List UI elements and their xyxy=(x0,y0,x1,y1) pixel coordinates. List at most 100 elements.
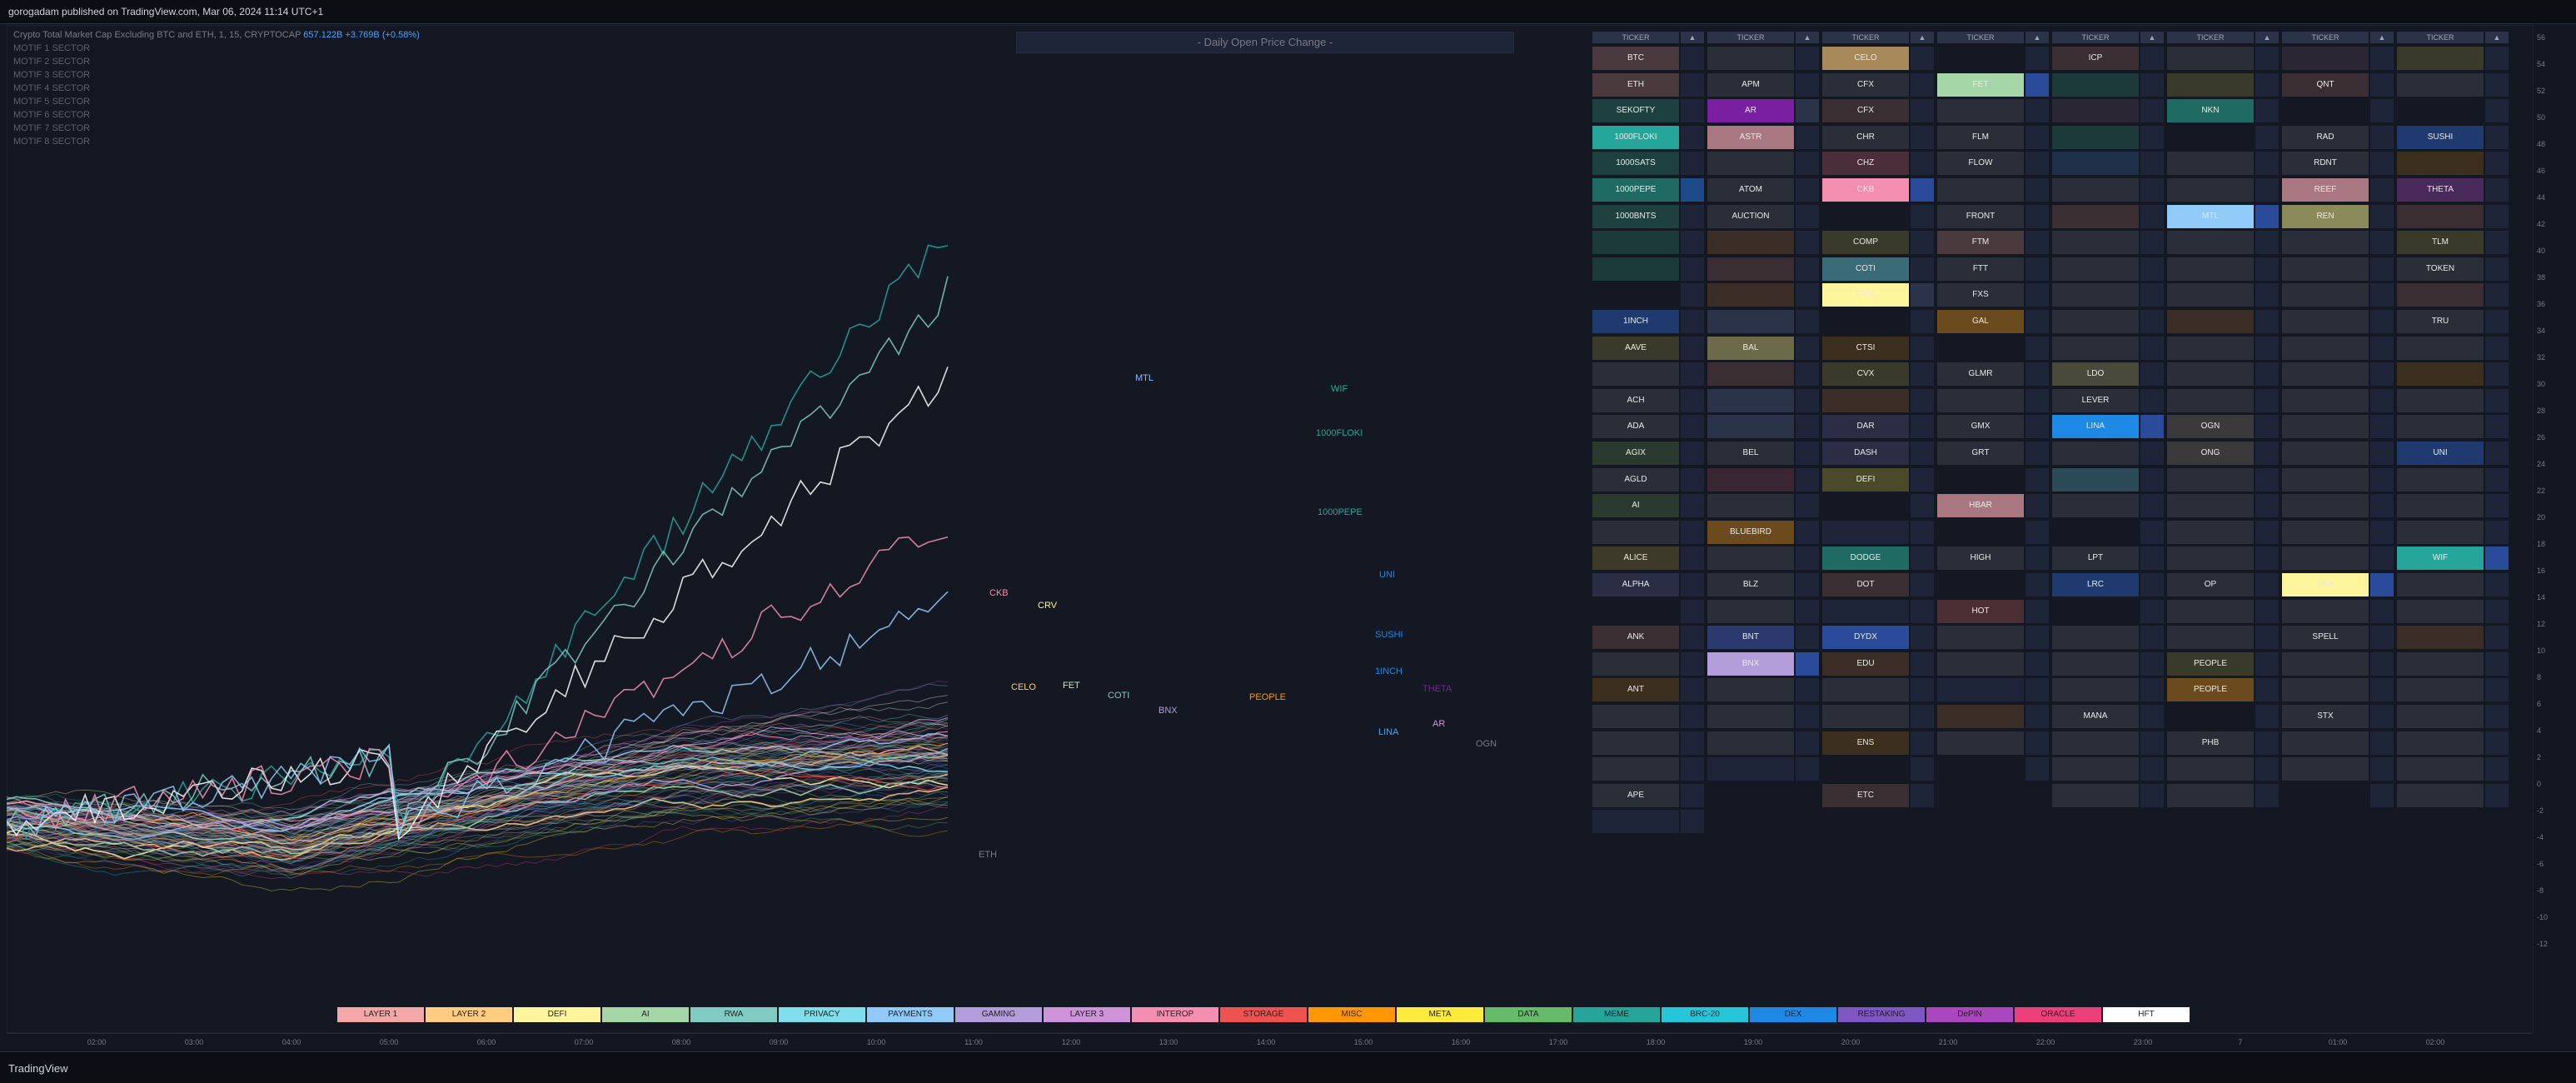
ticker-cell xyxy=(2167,231,2254,255)
ticker-cell: 1000SATS xyxy=(1592,152,1679,176)
ticker-cell xyxy=(2052,494,2139,518)
ticker-header[interactable]: TICKER xyxy=(2397,32,2484,43)
ticker-cell xyxy=(2282,442,2369,465)
sector-chip: RWA xyxy=(690,1007,777,1022)
ticker-cell xyxy=(1822,757,1909,781)
ticker-cell xyxy=(2052,72,2139,97)
sort-icon[interactable]: ▲ xyxy=(1681,32,1704,43)
ticker-flag-cell xyxy=(2025,178,2049,202)
sort-icon[interactable]: ▲ xyxy=(2255,32,2279,43)
ticker-cell xyxy=(1592,651,1679,676)
y-tick: 48 xyxy=(2537,140,2546,148)
ticker-flag-cell xyxy=(1796,494,1819,518)
ticker-cell xyxy=(2282,494,2369,518)
ticker-cell: ICP xyxy=(2052,47,2139,70)
legend-line: MOTIF 4 SECTOR xyxy=(13,83,91,93)
ticker-flag-cell xyxy=(1681,494,1704,518)
ticker-flag-cell xyxy=(2485,231,2509,255)
time-axis[interactable]: 02:00 03:00 04:00 05:00 06:00 07:00 08:00 09:00… xyxy=(7,1033,2532,1052)
ticker-flag-cell xyxy=(1796,731,1819,755)
ticker-cell xyxy=(2052,257,2139,281)
ticker-flag-cell xyxy=(1681,731,1704,755)
ticker-flag-cell xyxy=(1681,573,1704,596)
ticker-flag-cell xyxy=(1681,283,1704,307)
ticker-cell xyxy=(1937,178,2024,202)
ticker-flag-cell xyxy=(1681,442,1704,465)
ticker-flag-cell xyxy=(2025,599,2049,623)
price-line xyxy=(7,367,949,841)
ticker-cell xyxy=(1822,204,1909,228)
ticker-cell: REEF xyxy=(2282,178,2369,202)
ticker-flag-cell xyxy=(2485,626,2509,650)
ticker-cell xyxy=(2052,283,2139,307)
price-axis[interactable]: 56 54 52 50 48 46 44 42 40 38 36 34 32 30 28 26 24 22 20 18… xyxy=(2532,25,2576,1033)
ticker-flag-cell xyxy=(2255,310,2279,333)
ticker-label: MTL xyxy=(1135,373,1153,383)
ticker-flag-cell xyxy=(2485,705,2509,728)
ticker-header[interactable]: TICKER xyxy=(2282,32,2369,43)
ticker-flag-cell xyxy=(2140,257,2164,281)
x-tick: 12:00 xyxy=(1061,1038,1081,1046)
ticker-cell xyxy=(2052,204,2139,228)
ticker-cell: FLM xyxy=(1937,125,2024,149)
ticker-cell xyxy=(1707,731,1794,755)
legend-symbol: Crypto Total Market Cap Excluding BTC an… xyxy=(13,30,301,40)
ticker-flag-cell xyxy=(2140,678,2164,702)
ticker-cell xyxy=(2397,757,2484,781)
ticker-flag-cell xyxy=(2485,204,2509,228)
ticker-cell xyxy=(2167,388,2254,412)
y-tick: 12 xyxy=(2537,620,2546,628)
ticker-cell: GLMR xyxy=(1937,362,2024,387)
footer-bar: TradingView xyxy=(0,1051,2576,1083)
sort-icon[interactable]: ▲ xyxy=(1911,32,1934,43)
x-tick: 15:00 xyxy=(1353,1038,1373,1046)
sort-icon[interactable]: ▲ xyxy=(2025,32,2049,43)
ticker-flag-cell xyxy=(2370,72,2394,97)
ticker-flag-cell xyxy=(2025,283,2049,307)
ticker-cell xyxy=(2397,99,2484,123)
ticker-flag-cell xyxy=(2255,388,2279,412)
ticker-cell: CKB xyxy=(1822,178,1909,202)
ticker-cell xyxy=(2167,72,2254,97)
sector-chip: LAYER 1 xyxy=(337,1007,424,1022)
ticker-cell xyxy=(1707,705,1794,728)
ticker-header[interactable]: TICKER xyxy=(1592,32,1679,43)
ticker-header[interactable]: TICKER xyxy=(2052,32,2139,43)
ticker-flag-cell xyxy=(1681,362,1704,387)
ticker-header[interactable]: TICKER xyxy=(1707,32,1794,43)
sort-icon[interactable]: ▲ xyxy=(2485,32,2509,43)
y-tick: 50 xyxy=(2537,113,2546,122)
ticker-cell: LPT xyxy=(2052,546,2139,571)
y-tick: 56 xyxy=(2537,33,2546,42)
ticker-cell xyxy=(1937,731,2024,755)
ticker-flag-cell xyxy=(2485,415,2509,439)
ticker-header[interactable]: TICKER xyxy=(1937,32,2024,43)
ticker-cell xyxy=(1937,573,2024,596)
ticker-cell xyxy=(1707,546,1794,571)
ticker-flag-cell xyxy=(2370,783,2394,807)
ticker-cell xyxy=(2167,257,2254,281)
sort-icon[interactable]: ▲ xyxy=(2140,32,2164,43)
sort-icon[interactable]: ▲ xyxy=(2370,32,2394,43)
sector-chip: PAYMENTS xyxy=(867,1007,954,1022)
tradingview-logo[interactable]: TradingView xyxy=(8,1062,68,1075)
ticker-header[interactable]: TICKER xyxy=(1822,32,1909,43)
ticker-cell: 1000BNTS xyxy=(1592,204,1679,228)
ticker-cell xyxy=(1592,362,1679,387)
ticker-cell xyxy=(2397,626,2484,650)
ticker-flag-cell xyxy=(2485,152,2509,176)
ticker-label: LINA xyxy=(1378,727,1399,737)
sort-icon[interactable]: ▲ xyxy=(1796,32,1819,43)
y-tick: 20 xyxy=(2537,513,2546,522)
ticker-flag-cell xyxy=(2255,651,2279,676)
x-tick: 01:00 xyxy=(2328,1038,2348,1046)
ticker-flag-cell xyxy=(1681,810,1704,834)
ticker-cell: CFX xyxy=(1822,72,1909,97)
ticker-flag-cell xyxy=(2140,520,2164,544)
x-tick: 23:00 xyxy=(2133,1038,2153,1046)
ticker-flag-cell xyxy=(2255,467,2279,492)
y-tick: 42 xyxy=(2537,220,2546,228)
ticker-cell xyxy=(1937,520,2024,544)
x-tick: 10:00 xyxy=(866,1038,886,1046)
ticker-header[interactable]: TICKER xyxy=(2167,32,2254,43)
